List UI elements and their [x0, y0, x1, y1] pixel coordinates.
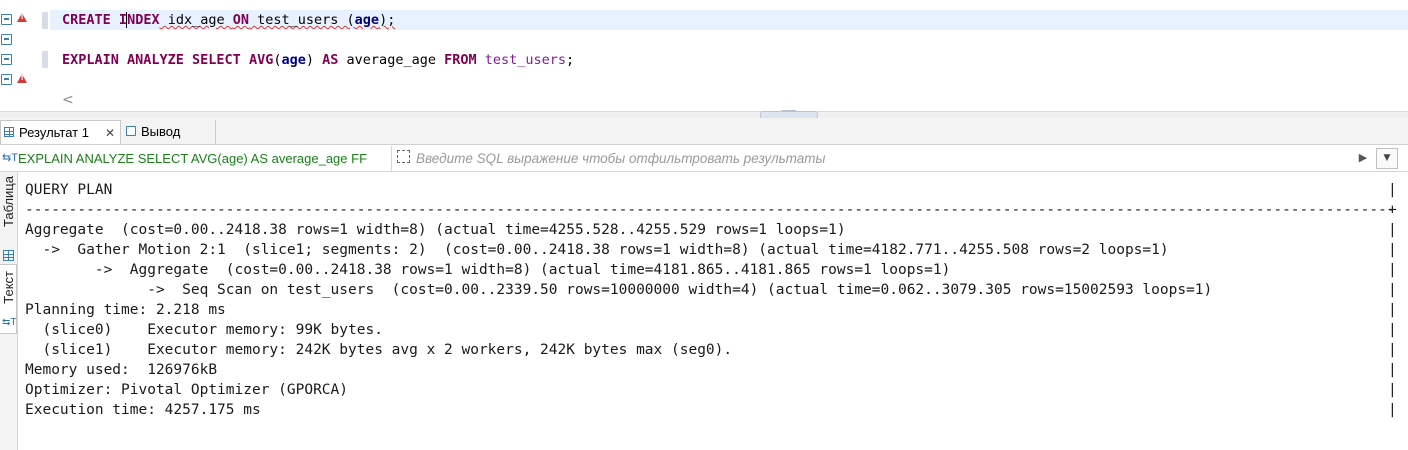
problem-markers	[17, 0, 44, 112]
result-view-switcher: Таблица Текст ⇆T	[0, 172, 18, 450]
index-name: idx_age	[159, 12, 233, 28]
column-border: |	[1388, 222, 1397, 238]
grid-icon	[4, 127, 14, 137]
statement-end: ;	[566, 52, 575, 68]
output-icon	[126, 126, 136, 136]
filter-expand-icon[interactable]	[397, 150, 410, 163]
sql-keyword: FROM	[444, 52, 477, 68]
query-text-icon: ⇆T	[2, 152, 18, 164]
format-sql-icon[interactable]	[1, 74, 12, 85]
tab-label: Текст	[1, 271, 16, 304]
column-border: +	[1388, 202, 1397, 218]
output-line: Aggregate (cost=0.00..2418.38 rows=1 wid…	[25, 220, 1397, 240]
sql-function: AVG	[248, 52, 274, 68]
separator-line: ----------------------------------------…	[25, 200, 1397, 220]
output-line-text: Planning time: 2.218 ms	[25, 302, 226, 318]
output-line-text: -> Gather Motion 2:1 (slice1; segments: …	[25, 242, 1169, 258]
output-line: -> Aggregate (cost=0.00..2418.38 rows=1 …	[25, 260, 1397, 280]
output-line: Execution time: 4257.175 ms |	[25, 400, 1397, 420]
output-line: Planning time: 2.218 ms |	[25, 300, 1397, 320]
statement-marker	[42, 51, 48, 68]
output-line: QUERY PLAN |	[25, 180, 1397, 200]
column-border: |	[1388, 382, 1397, 398]
sql-keyword: CREATE	[62, 12, 111, 28]
tab-label: Результат 1	[19, 125, 89, 140]
output-line-text: QUERY PLAN	[25, 182, 113, 198]
alias-name: average_age	[338, 52, 445, 68]
grid-icon	[3, 250, 14, 261]
results-filter-bar: ⇆T EXPLAIN ANALYZE SELECT AVG(age) AS av…	[0, 146, 1408, 172]
output-line-text: ----------------------------------------…	[25, 202, 1395, 218]
output-line: (slice1) Executor memory: 242K bytes avg…	[25, 340, 1397, 360]
column-name: age	[281, 52, 306, 68]
column-border: |	[1388, 342, 1397, 358]
paren: )	[305, 52, 315, 68]
output-line-text: Aggregate (cost=0.00..2418.38 rows=1 wid…	[25, 222, 846, 238]
output-line-text: (slice1) Executor memory: 242K bytes avg…	[25, 342, 733, 358]
filter-input[interactable]	[416, 147, 1356, 169]
output-line-text: (slice0) Executor memory: 99K bytes.	[25, 322, 383, 338]
sql-keyword: ON	[232, 12, 249, 28]
column-border: |	[1388, 402, 1397, 418]
code-line-explain[interactable]: EXPLAIN ANALYZE SELECT AVG(age) AS avera…	[50, 50, 1408, 70]
column-border: |	[1388, 322, 1397, 338]
tab-label: Вывод	[141, 124, 181, 139]
keyword-part: NDEX	[127, 12, 160, 28]
editor-toolbar	[0, 0, 18, 112]
column-border: |	[1388, 362, 1397, 378]
column-border: |	[1388, 262, 1397, 278]
output-line: -> Gather Motion 2:1 (slice1; segments: …	[25, 240, 1397, 260]
output-line-text: -> Aggregate (cost=0.00..2418.38 rows=1 …	[25, 262, 951, 278]
statement-marker	[42, 12, 48, 29]
output-line: -> Seq Scan on test_users (cost=0.00..23…	[25, 280, 1397, 300]
output-line: Optimizer: Pivotal Optimizer (GPORCA) |	[25, 380, 1397, 400]
output-line: (slice0) Executor memory: 99K bytes. |	[25, 320, 1397, 340]
tab-table-view[interactable]: Таблица	[0, 176, 17, 261]
column-border: |	[1388, 182, 1397, 198]
sql-keyword: AS	[322, 52, 339, 68]
text-view-icon: ⇆T	[2, 317, 17, 328]
warning-icon[interactable]	[17, 74, 27, 83]
column-border: |	[1388, 282, 1397, 298]
scroll-left-icon[interactable]: <	[62, 92, 74, 108]
editor-results-splitter[interactable]: ⁀⁀⁀	[0, 111, 1408, 119]
warning-icon[interactable]	[17, 13, 27, 22]
results-tab-bar: Результат 1 ✕ Вывод	[0, 118, 1408, 145]
sql-keyword: INDEX	[119, 12, 160, 28]
output-line: Memory used: 126976kB |	[25, 360, 1397, 380]
active-query-label[interactable]: ⇆T EXPLAIN ANALYZE SELECT AVG(age) AS av…	[0, 146, 388, 171]
output-line-text: Execution time: 4257.175 ms	[25, 402, 261, 418]
tab-text-view[interactable]: Текст ⇆T	[0, 264, 17, 334]
output-line-text: Optimizer: Pivotal Optimizer (GPORCA)	[25, 382, 349, 398]
filter-history-dropdown[interactable]: ▼	[1376, 148, 1398, 169]
column-name: age	[354, 12, 380, 28]
filter-box	[391, 146, 1372, 171]
table-name: test_users	[484, 52, 567, 68]
query-plan-output[interactable]: QUERY PLAN | -----------------------------…	[25, 180, 1397, 420]
table-name-text: test_users (	[249, 12, 355, 28]
execute-statement-icon[interactable]	[1, 14, 12, 25]
output-line-text: Memory used: 126976kB	[25, 362, 218, 378]
sql-keyword: EXPLAIN ANALYZE SELECT	[62, 52, 241, 68]
tab-output[interactable]: Вывод	[123, 120, 216, 144]
apply-filter-icon[interactable]: ▶	[1355, 149, 1371, 167]
explain-plan-icon[interactable]	[1, 54, 12, 65]
tab-result-1[interactable]: Результат 1 ✕	[0, 120, 121, 144]
execute-script-icon[interactable]	[1, 34, 12, 45]
tab-label: Таблица	[1, 176, 16, 227]
sql-editor[interactable]: CREATE INDEX idx_age ON test_users (age)…	[0, 0, 1408, 112]
code-line-create-index[interactable]: CREATE INDEX idx_age ON test_users (age)…	[50, 10, 1408, 30]
column-border: |	[1388, 242, 1397, 258]
column-border: |	[1388, 302, 1397, 318]
statement-end: );	[379, 12, 396, 28]
output-line-text: -> Seq Scan on test_users (cost=0.00..23…	[25, 282, 1213, 298]
close-icon[interactable]: ✕	[105, 121, 115, 145]
query-label-text: EXPLAIN ANALYZE SELECT AVG(age) AS avera…	[18, 151, 368, 166]
